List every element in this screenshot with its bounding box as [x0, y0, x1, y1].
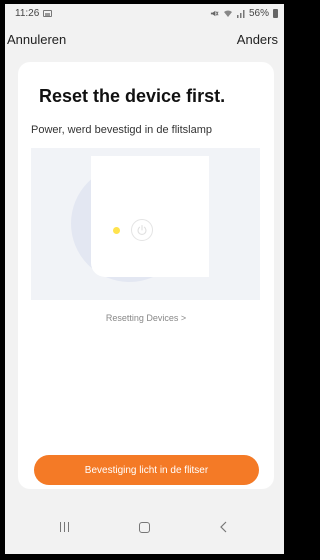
battery-icon	[273, 8, 278, 18]
top-nav-bar: Annuleren Anders	[5, 28, 284, 50]
status-bar: 11:26 56%	[5, 4, 284, 22]
image-notification-icon	[43, 9, 53, 17]
cancel-button[interactable]: Annuleren	[7, 32, 66, 47]
home-button[interactable]	[129, 517, 159, 537]
wifi-icon	[223, 9, 232, 17]
status-right: 56%	[210, 8, 278, 19]
indicator-led	[113, 227, 120, 234]
system-nav-bar	[5, 500, 284, 554]
resetting-devices-link[interactable]: Resetting Devices >	[18, 313, 274, 323]
back-icon	[220, 521, 227, 533]
recent-apps-button[interactable]	[50, 517, 80, 537]
page-title: Reset the device first.	[39, 86, 226, 106]
mute-icon	[210, 10, 219, 16]
power-icon	[131, 219, 153, 241]
device-panel	[91, 156, 209, 277]
confirm-button[interactable]: Bevestiging licht in de flitser	[34, 455, 259, 485]
home-icon	[138, 521, 150, 533]
back-button[interactable]	[209, 517, 239, 537]
phone-screen: 11:26 56% Annuleren Anders Reset the dev…	[5, 4, 284, 554]
recent-apps-icon	[60, 522, 70, 532]
device-illustration	[31, 148, 260, 300]
battery-percent: 56%	[248, 7, 269, 19]
reset-card: Reset the device first. Power, werd beve…	[18, 62, 274, 489]
signal-icon	[236, 9, 245, 18]
other-button[interactable]: Anders	[237, 32, 278, 47]
status-time: 11:26	[15, 7, 40, 19]
status-left: 11:26	[15, 7, 53, 19]
instruction-text: Power, werd bevestigd in de flitslamp	[31, 124, 212, 136]
